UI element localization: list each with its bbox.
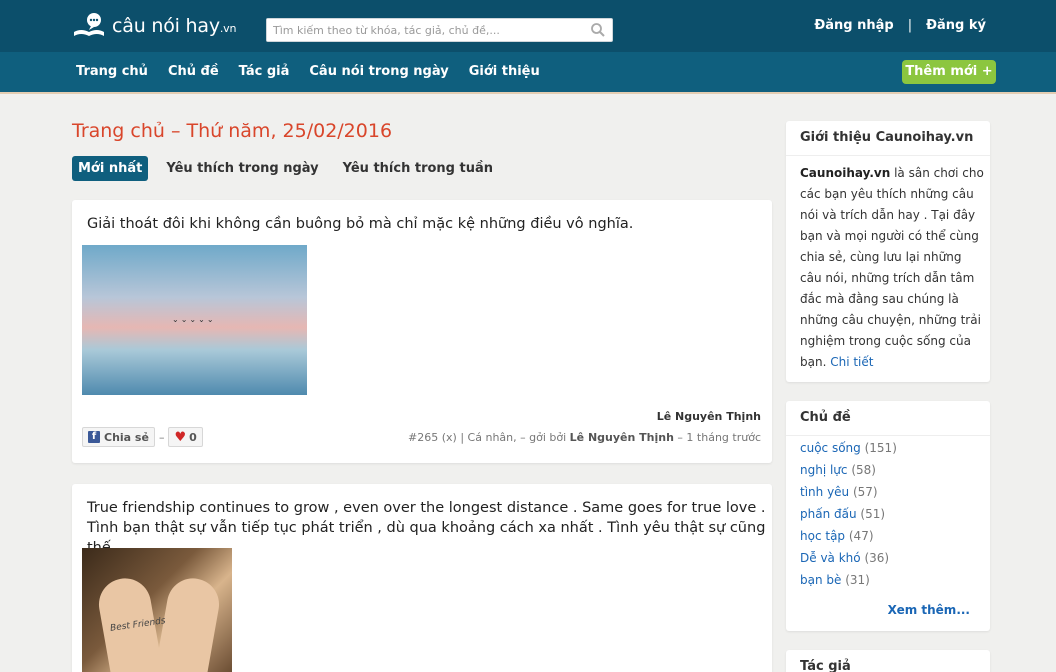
quote-card: Giải thoát đôi khi không cần buông bỏ mà…	[72, 200, 772, 463]
divider	[786, 435, 990, 436]
nav-item-home[interactable]: Trang chủ	[76, 64, 148, 79]
topics-list: cuộc sống (151) nghị lực (58) tình yêu (…	[800, 437, 897, 591]
sort-tabs: Mới nhất Yêu thích trong ngày Yêu thích …	[72, 156, 499, 181]
search-box	[266, 18, 613, 42]
add-new-button[interactable]: Thêm mới +	[902, 60, 996, 84]
logo-tld: .vn	[219, 22, 237, 35]
quote-author[interactable]: Lê Nguyên Thịnh	[657, 410, 761, 423]
top-header: câu nói hay.vn Đăng nhập | Đăng ký	[0, 0, 1056, 52]
authors-panel: Tác giả	[786, 650, 990, 672]
site-logo[interactable]: câu nói hay.vn	[72, 10, 236, 42]
topic-link[interactable]: học tập	[800, 529, 845, 543]
authors-title: Tác giả	[800, 659, 851, 672]
quote-actions: f Chia sẻ – ♥ 0	[82, 427, 203, 447]
nav-menu: Trang chủ Chủ đề Tác giả Câu nói trong n…	[76, 64, 540, 79]
logo-text: câu nói hay.vn	[112, 15, 237, 37]
topic-count: (151)	[864, 441, 897, 455]
topic-link[interactable]: phấn đấu	[800, 507, 857, 521]
tab-favorite-week[interactable]: Yêu thích trong tuần	[337, 156, 499, 181]
nav-item-authors[interactable]: Tác giả	[239, 64, 290, 79]
heart-icon: ♥	[174, 429, 187, 445]
quote-image-sky-birds[interactable]: ⌄⌄⌄⌄⌄	[82, 245, 307, 395]
topic-link[interactable]: Dễ và khó	[800, 551, 861, 565]
about-more-link[interactable]: Chi tiết	[830, 355, 873, 369]
search-input[interactable]	[267, 19, 587, 41]
list-item: Dễ và khó (36)	[800, 547, 897, 569]
search-icon[interactable]	[590, 22, 606, 38]
topic-count: (58)	[851, 463, 876, 477]
share-label: Chia sẻ	[104, 430, 149, 444]
topic-count: (31)	[845, 573, 870, 587]
topic-link[interactable]: cuộc sống	[800, 441, 861, 455]
topic-count: (57)	[852, 485, 878, 499]
like-button[interactable]: ♥ 0	[168, 427, 203, 447]
meta-suffix: – 1 tháng trước	[673, 431, 761, 444]
nav-item-about[interactable]: Giới thiệu	[469, 64, 540, 79]
list-item: nghị lực (58)	[800, 459, 897, 481]
topic-link[interactable]: tình yêu	[800, 485, 849, 499]
topic-link[interactable]: bạn bè	[800, 573, 841, 587]
list-item: cuộc sống (151)	[800, 437, 897, 459]
like-count: 0	[189, 430, 197, 444]
quote-card: True friendship continues to grow , even…	[72, 484, 772, 672]
meta-prefix: #265 (x) | Cá nhân, – gởi bởi	[408, 431, 570, 444]
about-panel: Giới thiệu Caunoihay.vn Caunoihay.vn là …	[786, 121, 990, 382]
list-item: bạn bè (31)	[800, 569, 897, 591]
nav-item-daily-quote[interactable]: Câu nói trong ngày	[309, 64, 448, 79]
topic-count: (51)	[860, 507, 886, 521]
tab-favorite-today[interactable]: Yêu thích trong ngày	[160, 156, 324, 181]
quote-image-hands[interactable]: Best Friends	[82, 548, 232, 672]
about-body: là sân chơi cho các bạn yêu thích những …	[800, 166, 984, 369]
auth-separator: |	[907, 18, 913, 33]
action-separator: –	[158, 430, 165, 444]
list-item: tình yêu (57)	[800, 481, 897, 503]
meta-user[interactable]: Lê Nguyên Thịnh	[570, 431, 674, 444]
page-title: Trang chủ – Thứ năm, 25/02/2016	[72, 120, 393, 142]
login-link[interactable]: Đăng nhập	[814, 18, 893, 33]
list-item: phấn đấu (51)	[800, 503, 897, 525]
topic-count: (47)	[848, 529, 874, 543]
birds-graphic: ⌄⌄⌄⌄⌄	[172, 315, 216, 324]
see-more-link[interactable]: Xem thêm...	[888, 603, 970, 617]
share-button[interactable]: f Chia sẻ	[82, 427, 155, 447]
topic-link[interactable]: nghị lực	[800, 463, 848, 477]
topics-panel: Chủ đề cuộc sống (151) nghị lực (58) tìn…	[786, 401, 990, 631]
tab-newest[interactable]: Mới nhất	[72, 156, 149, 181]
auth-links: Đăng nhập | Đăng ký	[814, 18, 986, 33]
about-text: Caunoihay.vn là sân chơi cho các bạn yêu…	[800, 163, 984, 373]
about-brand: Caunoihay.vn	[800, 166, 891, 180]
divider	[786, 155, 990, 156]
nav-item-topics[interactable]: Chủ đề	[168, 64, 219, 79]
facebook-icon: f	[88, 431, 100, 443]
book-chat-icon	[74, 13, 104, 36]
quote-meta: #265 (x) | Cá nhân, – gởi bởi Lê Nguyên …	[408, 431, 761, 444]
list-item: học tập (47)	[800, 525, 897, 547]
topics-title: Chủ đề	[800, 410, 851, 425]
register-link[interactable]: Đăng ký	[926, 18, 986, 33]
main-nav: Trang chủ Chủ đề Tác giả Câu nói trong n…	[0, 52, 1056, 94]
about-title: Giới thiệu Caunoihay.vn	[800, 130, 974, 145]
topic-count: (36)	[864, 551, 890, 565]
quote-text: Giải thoát đôi khi không cần buông bỏ mà…	[87, 216, 634, 232]
